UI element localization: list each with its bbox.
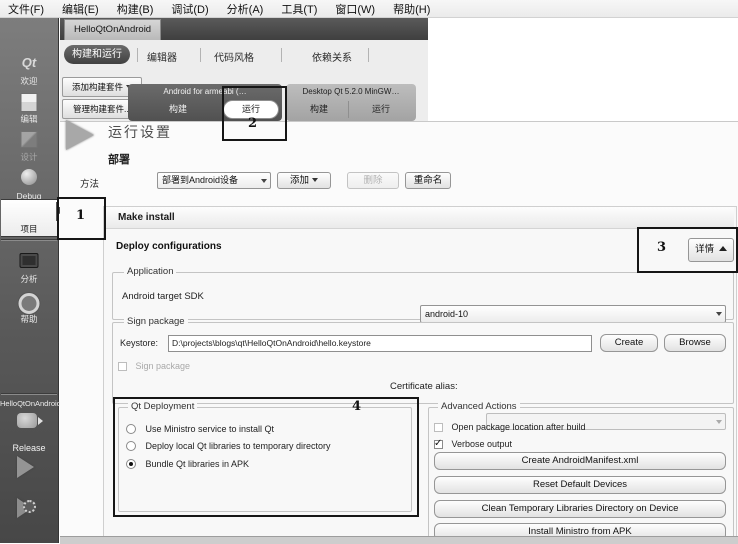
- tab-code-style[interactable]: 代码风格: [214, 49, 254, 64]
- tab-dependencies[interactable]: 依赖关系: [312, 49, 352, 64]
- sidebar-item-welcome[interactable]: Qt 欢迎: [1, 52, 57, 88]
- mode-label: 设计: [1, 151, 57, 163]
- annotation-number-1: 1: [76, 208, 85, 223]
- deploy-method-select[interactable]: 部署到Android设备: [157, 172, 271, 189]
- sign-package-group-label: Sign package: [124, 316, 188, 327]
- menu-edit[interactable]: 编辑(E): [62, 1, 99, 17]
- target-selector-icon: [17, 413, 37, 428]
- edit-file-icon: [21, 93, 38, 112]
- deploy-rename-button[interactable]: 重命名: [405, 172, 451, 189]
- tab-editor[interactable]: 编辑器: [147, 49, 177, 64]
- annotation-number-2: 2: [248, 116, 257, 131]
- run-debug-button[interactable]: [17, 498, 32, 518]
- run-settings-play-icon: [66, 120, 94, 150]
- mode-label: 欢迎: [1, 75, 57, 87]
- design-icon: [21, 131, 38, 148]
- android-target-sdk-label: Android target SDK: [122, 291, 204, 302]
- annotation-number-3: 3: [657, 240, 666, 255]
- kit-desktop-run-subtab[interactable]: 运行: [352, 101, 410, 118]
- debug-sphere-icon: [21, 169, 37, 185]
- menu-debug[interactable]: 调试(D): [171, 1, 208, 17]
- document-tab[interactable]: HelloQtOnAndroid: [64, 19, 161, 40]
- advanced-actions-group-label: Advanced Actions: [438, 401, 520, 412]
- sidebar-item-projects[interactable]: 项目: [1, 199, 57, 237]
- analyze-monitor-icon: [20, 253, 39, 268]
- tab-separator: [368, 48, 369, 62]
- annotation-box-4: [113, 397, 419, 517]
- chevron-down-icon: [716, 312, 722, 316]
- tab-build-and-run[interactable]: 构建和运行: [64, 45, 130, 64]
- gear-icon: [23, 500, 36, 513]
- menu-bar: 文件(F) 编辑(E) 构建(B) 调试(D) 分析(A) 工具(T) 窗口(W…: [0, 0, 738, 18]
- open-package-location-checkbox[interactable]: Open package location after build: [434, 419, 586, 437]
- menu-file[interactable]: 文件(F): [8, 1, 44, 17]
- checkbox-checked-icon: [434, 440, 443, 449]
- chevron-down-icon: [312, 178, 318, 182]
- mode-label: 项目: [1, 223, 57, 235]
- deploy-add-button[interactable]: 添加: [277, 172, 331, 189]
- tab-separator: [200, 48, 201, 62]
- checkbox-icon: [434, 423, 443, 432]
- keystore-label: Keystore:: [120, 338, 158, 348]
- sidebar-item-help[interactable]: 帮助: [1, 290, 57, 326]
- mode-label: 帮助: [1, 313, 57, 325]
- sidebar-item-debug[interactable]: Debug: [1, 166, 57, 202]
- make-install-bar[interactable]: Make install: [104, 207, 734, 229]
- checkbox-icon: [118, 362, 127, 371]
- target-project-name: HelloQtOnAndroid: [0, 399, 58, 408]
- sidebar-item-design[interactable]: 设计: [1, 128, 57, 164]
- tab-separator: [281, 48, 282, 62]
- help-ring-icon: [19, 293, 40, 314]
- mode-label: 分析: [1, 273, 57, 285]
- sidebar-item-edit[interactable]: 编辑: [1, 90, 57, 126]
- qt-logo-icon: Qt: [22, 55, 36, 70]
- build-config-label: Release: [0, 443, 58, 453]
- kit-desktop-build-subtab[interactable]: 构建: [290, 101, 349, 118]
- certificate-alias-label: Certificate alias:: [390, 381, 458, 392]
- keystore-create-button[interactable]: Create: [600, 334, 658, 352]
- menu-help[interactable]: 帮助(H): [393, 1, 430, 17]
- menu-analyze[interactable]: 分析(A): [227, 1, 264, 17]
- android-target-sdk-select[interactable]: android-10: [420, 305, 726, 323]
- deploy-configurations-label: Deploy configurations: [116, 241, 222, 252]
- deploy-remove-button[interactable]: 删除: [347, 172, 399, 189]
- application-group-label: Application: [124, 266, 176, 277]
- clean-temp-libraries-button[interactable]: Clean Temporary Libraries Directory on D…: [434, 500, 726, 518]
- mode-sidebar: Qt 欢迎 编辑 设计 Debug 项目 分析 帮助 HelloQtOnAndr…: [0, 18, 59, 543]
- tab-separator: [137, 48, 138, 62]
- sign-package-checkbox[interactable]: Sign package: [118, 358, 190, 376]
- menu-build[interactable]: 构建(B): [117, 1, 154, 17]
- page-title: 运行设置: [108, 122, 172, 142]
- menu-tools[interactable]: 工具(T): [281, 1, 317, 17]
- run-icon: [17, 456, 34, 478]
- create-androidmanifest-button[interactable]: Create AndroidManifest.xml: [434, 452, 726, 470]
- sidebar-item-analyze[interactable]: 分析: [1, 250, 57, 286]
- kit-android-build-subtab[interactable]: 构建: [138, 101, 218, 118]
- deploy-section-heading: 部署: [108, 151, 130, 167]
- kit-name: Desktop Qt 5.2.0 MinGW…: [286, 87, 416, 96]
- reset-default-devices-button[interactable]: Reset Default Devices: [434, 476, 726, 494]
- mode-label: 编辑: [1, 113, 57, 125]
- keystore-browse-button[interactable]: Browse: [664, 334, 726, 352]
- sidebar-divider: [1, 393, 57, 395]
- kit-tab-desktop[interactable]: Desktop Qt 5.2.0 MinGW… 构建 运行: [286, 84, 416, 121]
- method-label: 方法: [80, 176, 99, 190]
- keystore-path-field[interactable]: D:\projects\blogs\qt\HelloQtOnAndroid\he…: [168, 335, 592, 352]
- target-selector-button[interactable]: [17, 413, 37, 428]
- annotation-box-3: [637, 227, 738, 273]
- annotation-number-4: 4: [352, 399, 361, 414]
- chevron-down-icon: [261, 179, 267, 183]
- annotation-box-2: [222, 86, 287, 141]
- run-button[interactable]: [17, 456, 34, 478]
- menu-window[interactable]: 窗口(W): [335, 1, 375, 17]
- sidebar-divider: [1, 239, 57, 241]
